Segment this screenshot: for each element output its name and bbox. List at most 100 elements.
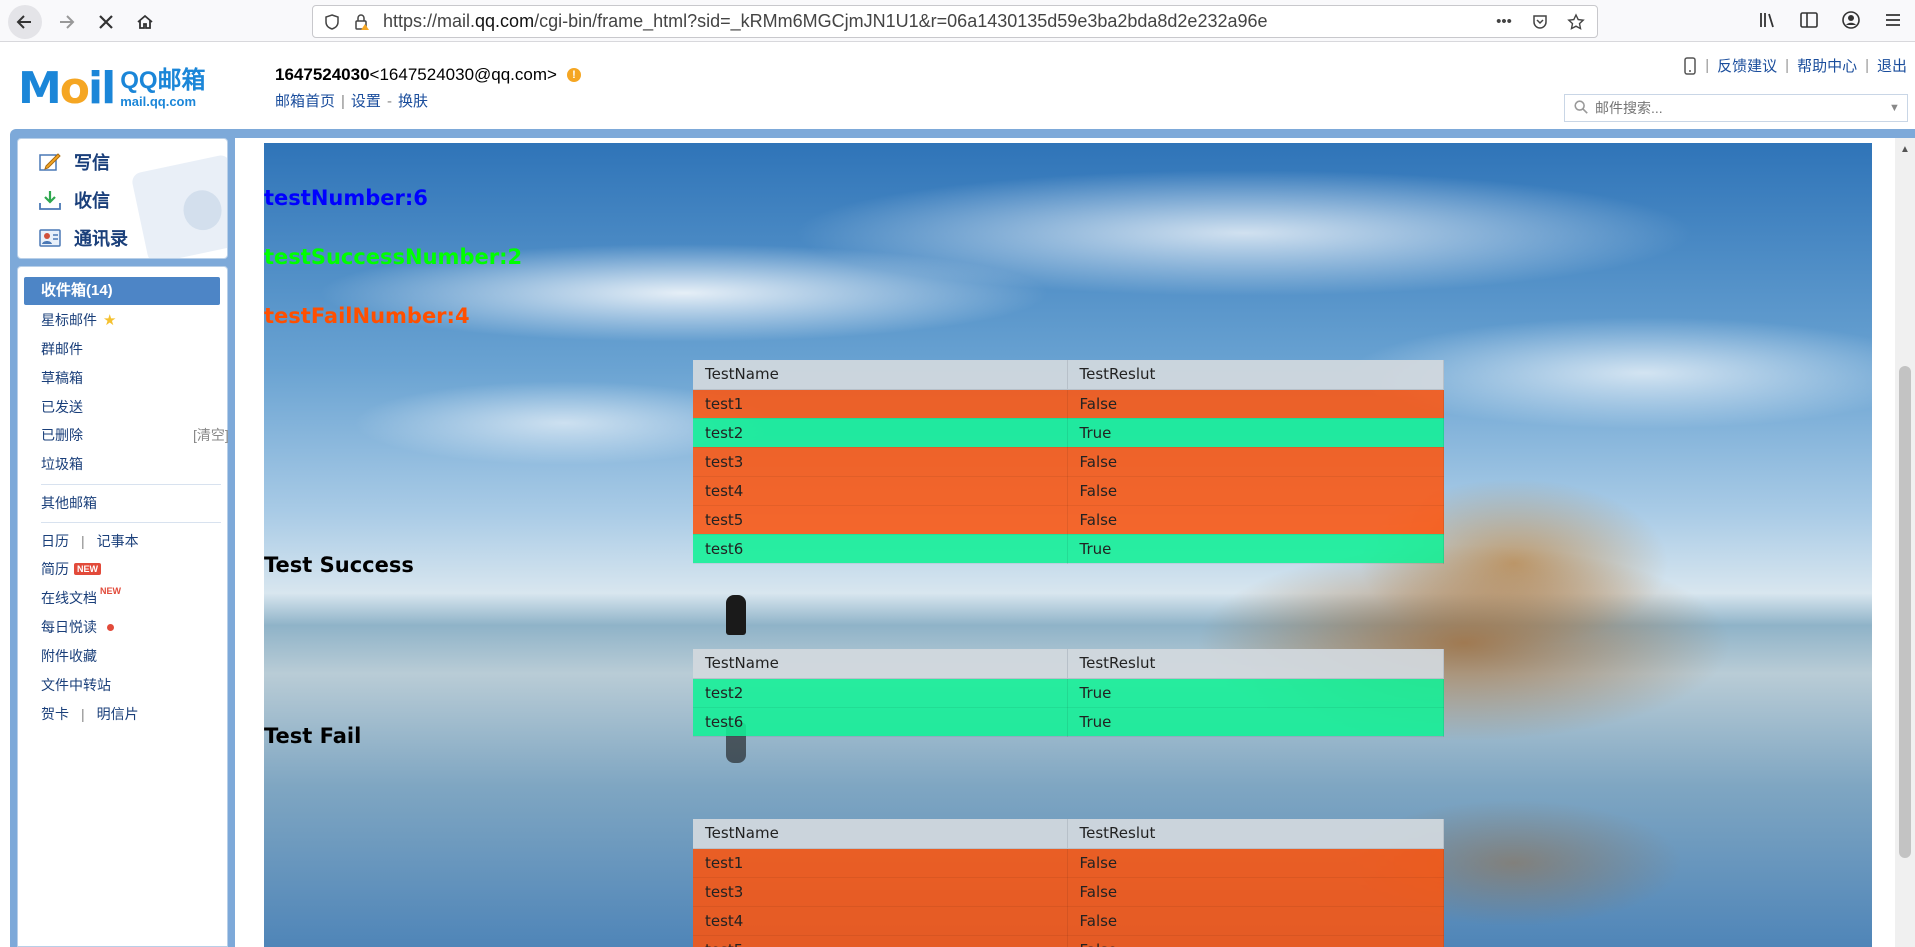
sidebar-toggle-icon[interactable] (1797, 8, 1821, 32)
test-result-cell: False (1067, 476, 1444, 506)
scroll-thumb[interactable] (1899, 366, 1911, 858)
shield-icon[interactable] (321, 11, 343, 33)
greeting-card-link[interactable]: 贺卡 (41, 704, 69, 724)
sidebar-item-daily-read[interactable]: 每日悦读 (41, 617, 114, 637)
sidebar-item-drafts[interactable]: 草稿箱 (41, 368, 83, 388)
address-bar[interactable]: https://mail.qq.com/cgi-bin/frame_html?s… (312, 5, 1598, 38)
sidebar-item-other-mailbox[interactable]: 其他邮箱 (41, 493, 97, 513)
test-number: testNumber:6 (264, 186, 428, 210)
logout-link[interactable]: 退出 (1877, 55, 1907, 76)
col-test-result: TestReslut (1067, 360, 1444, 390)
mail-header: Moil QQ邮箱 mail.qq.com 1647524030 <164752… (0, 43, 1915, 129)
help-link[interactable]: 帮助中心 (1797, 55, 1857, 76)
sidebar-item-sent[interactable]: 已发送 (41, 397, 83, 417)
mail-content: testNumber:6 testSuccessNumber:2 testFai… (235, 138, 1895, 947)
settings-link[interactable]: 设置 (351, 93, 381, 110)
test-name-cell: test5 (693, 505, 1068, 535)
test-name-cell: test1 (693, 848, 1068, 878)
top-links: | 反馈建议 | 帮助中心 | 退出 (1683, 55, 1907, 76)
test-result-cell: True (1067, 418, 1444, 448)
mobile-icon[interactable] (1683, 56, 1697, 75)
table-row: test6 True (693, 534, 1444, 564)
test-name-cell: test4 (693, 476, 1068, 506)
col-test-name: TestName (693, 649, 1068, 679)
postcard-link[interactable]: 明信片 (97, 704, 139, 724)
stop-button[interactable] (89, 5, 123, 39)
lock-warning-icon[interactable] (351, 11, 373, 33)
content-scrollbar[interactable]: ▲ (1895, 138, 1915, 947)
background-figure (726, 595, 746, 635)
test-result-cell: False (1067, 447, 1444, 477)
library-icon[interactable] (1755, 8, 1779, 32)
contacts-button[interactable]: 通讯录 (38, 225, 128, 251)
test-name-cell: test3 (693, 447, 1068, 477)
table-row: test3 False (693, 447, 1444, 477)
sidebar-item-docs[interactable]: 在线文档 NEW (41, 586, 121, 608)
test-result-cell: False (1067, 848, 1444, 878)
warning-icon[interactable]: ! (566, 68, 581, 82)
calendar-link[interactable]: 日历 (41, 531, 69, 551)
username: 1647524030 (275, 65, 370, 84)
browser-toolbar: https://mail.qq.com/cgi-bin/frame_html?s… (0, 0, 1915, 42)
search-input[interactable] (1595, 100, 1889, 116)
scroll-up-icon[interactable]: ▲ (1900, 144, 1910, 155)
test-result-cell: False (1067, 877, 1444, 907)
table-row: test5False (693, 935, 1444, 947)
sidebar-item-deleted[interactable]: 已删除 [清空] (41, 425, 229, 445)
chevron-down-icon[interactable]: ▼ (1889, 102, 1907, 114)
test-report: testNumber:6 testSuccessNumber:2 testFai… (264, 143, 1872, 947)
home-button[interactable] (128, 5, 162, 39)
qq-mail-logo[interactable]: Moil QQ邮箱 mail.qq.com (18, 63, 206, 114)
star-icon: ★ (103, 312, 117, 329)
table-header-row: TestName TestReslut (693, 360, 1444, 390)
success-results-table: TestName TestReslut test2 True test6 True (693, 649, 1444, 737)
fail-number: testFailNumber:4 (264, 304, 470, 328)
url-text[interactable]: https://mail.qq.com/cgi-bin/frame_html?s… (383, 11, 1491, 32)
account-links: 邮箱首页 | 设置 - 换肤 (275, 93, 428, 110)
more-actions-button[interactable]: ••• (1491, 9, 1517, 35)
test-result-cell: False (1067, 389, 1444, 419)
sidebar-item-attachments[interactable]: 附件收藏 (41, 646, 97, 666)
sidebar-item-resume[interactable]: 简历 NEW (41, 559, 101, 579)
table-row: test3 False (693, 877, 1444, 907)
compose-button[interactable]: 写信 (38, 149, 110, 175)
mail-home-link[interactable]: 邮箱首页 (275, 93, 335, 110)
test-name-cell: test3 (693, 877, 1068, 907)
sidebar-item-spam[interactable]: 垃圾箱 (41, 454, 83, 474)
clear-trash-link[interactable]: [清空] (193, 425, 229, 445)
feedback-link[interactable]: 反馈建议 (1717, 55, 1777, 76)
sidebar-item-file-transfer[interactable]: 文件中转站 (41, 675, 111, 695)
table-row: test4 False (693, 476, 1444, 506)
pocket-icon[interactable] (1527, 9, 1553, 35)
mail-search[interactable]: ▼ (1564, 94, 1908, 122)
success-number: testSuccessNumber:2 (264, 245, 523, 269)
col-test-name: TestName (693, 819, 1068, 849)
test-name-cell: test4 (693, 906, 1068, 936)
sidebar-item-group[interactable]: 群邮件 (41, 339, 83, 359)
close-icon (99, 15, 113, 29)
test-result-cell: True (1067, 678, 1444, 708)
table-row: test2 True (693, 418, 1444, 448)
skin-link[interactable]: 换肤 (398, 93, 428, 110)
menu-icon[interactable] (1881, 8, 1905, 32)
back-button[interactable] (8, 5, 42, 39)
account-icon[interactable] (1839, 8, 1863, 32)
all-results-table: TestName TestReslut test1 False test2 True t… (693, 360, 1444, 564)
table-header-row: TestName TestReslut (693, 819, 1444, 849)
sidebar-row-calendar-notes: 日历 | 记事本 (41, 531, 139, 551)
user-email: <1647524030@qq.com> (369, 65, 557, 84)
divider (41, 522, 221, 523)
sidebar-item-starred[interactable]: 星标邮件 ★ (41, 310, 116, 330)
sidebar-item-inbox[interactable]: 收件箱(14) (24, 277, 220, 305)
table-row: test4 False (693, 906, 1444, 936)
notes-link[interactable]: 记事本 (97, 531, 139, 551)
bookmark-star-icon[interactable] (1563, 9, 1589, 35)
success-section-title: Test Success (264, 553, 414, 577)
receive-button[interactable]: 收信 (38, 187, 110, 213)
compose-icon (38, 151, 62, 173)
col-test-name: TestName (693, 360, 1068, 390)
test-name-cell: test1 (693, 389, 1068, 419)
forward-button[interactable] (49, 5, 83, 39)
test-result-cell: True (1067, 534, 1444, 564)
test-result-cell: False (1067, 505, 1444, 535)
